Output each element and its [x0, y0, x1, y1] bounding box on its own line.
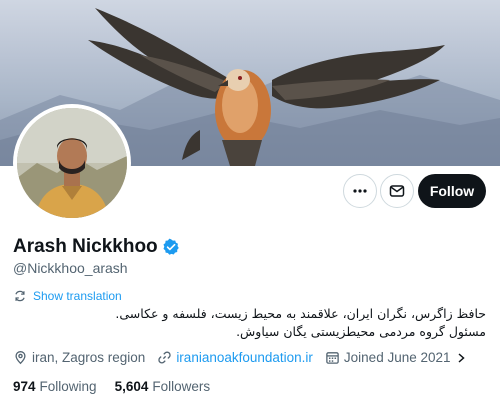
bio: حافظ زاگرس، نگران ایران، علاقمند به محیط… [46, 305, 486, 341]
more-icon [353, 189, 367, 193]
handle: @Nickkhoo_arash [13, 260, 128, 276]
avatar-photo [17, 108, 127, 218]
location-pin-icon [15, 351, 26, 365]
bio-line-1: حافظ زاگرس، نگران ایران، علاقمند به محیط… [115, 306, 486, 321]
joined: Joined June 2021 [325, 350, 467, 365]
name-row: Arash Nickkhoo [13, 236, 180, 258]
verified-badge-icon[interactable] [162, 238, 180, 256]
message-button[interactable] [380, 174, 414, 208]
show-translation-link[interactable]: Show translation [13, 289, 122, 303]
more-button[interactable] [343, 174, 377, 208]
following-label: Following [39, 379, 97, 394]
follow-button[interactable]: Follow [418, 174, 486, 208]
mail-icon [389, 185, 405, 197]
website[interactable]: iranianoakfoundation.ir [157, 350, 313, 365]
following-count: 974 [13, 379, 36, 394]
display-name: Arash Nickkhoo [13, 236, 158, 257]
website-link[interactable]: iranianoakfoundation.ir [176, 350, 313, 365]
translate-icon [15, 290, 25, 302]
followers-label: Followers [152, 379, 211, 394]
avatar[interactable] [13, 104, 131, 222]
location: iran, Zagros region [13, 350, 145, 365]
show-translation-label: Show translation [33, 289, 122, 303]
calendar-icon [326, 352, 339, 364]
followers-count: 5,604 [114, 379, 149, 394]
link-icon [158, 351, 171, 364]
location-text: iran, Zagros region [32, 350, 146, 365]
chevron-right-icon[interactable] [455, 352, 467, 364]
bio-line-2: مسئول گروه مردمی محیطزیستی یگان سیاوش. [236, 324, 486, 339]
follow-stats: 974 Following 5,604 Followers [13, 379, 210, 394]
following-link[interactable]: 974 Following [13, 379, 97, 394]
profile-meta: iran, Zagros region iranianoakfoundation… [13, 350, 479, 365]
followers-link[interactable]: 5,604 Followers [115, 379, 211, 394]
joined-text: Joined June 2021 [343, 350, 451, 365]
